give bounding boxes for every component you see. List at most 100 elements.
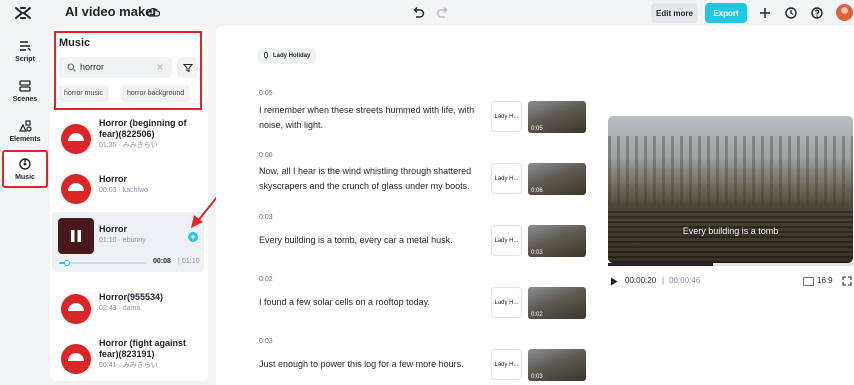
voice-name: Lady Holiday bbox=[273, 53, 311, 59]
preview-caption: Every building is a tomb bbox=[682, 226, 779, 236]
track-title: Horror (fight against fear)(823191) bbox=[99, 338, 186, 359]
track-item[interactable]: Horror(955534) 02:43 · dama bbox=[52, 282, 204, 332]
segment-time: 0:06 bbox=[259, 152, 273, 159]
video-preview[interactable]: Every building is a tomb bbox=[608, 116, 853, 263]
clip-duration: 0:03 bbox=[531, 374, 543, 380]
preview-stadium-stands bbox=[608, 136, 853, 206]
left-rail: Script Scenes Elements Music bbox=[0, 26, 50, 385]
clip-duration: 0:02 bbox=[531, 312, 543, 318]
help-icon[interactable] bbox=[810, 6, 824, 20]
track-thumbnail bbox=[58, 338, 94, 374]
add-music-icon[interactable]: + bbox=[188, 232, 198, 242]
rail-label-elements: Elements bbox=[9, 136, 41, 143]
segment-clip-thumbnail[interactable]: 0:05 bbox=[528, 101, 586, 133]
track-progress-bar[interactable] bbox=[59, 260, 147, 266]
chip-horror-music[interactable]: horror music bbox=[58, 85, 109, 102]
track-thumbnail bbox=[58, 168, 94, 204]
music-icon bbox=[19, 158, 31, 170]
edit-more-button[interactable]: Edit more bbox=[651, 3, 698, 23]
pause-icon[interactable] bbox=[70, 229, 82, 243]
segment-voice-button[interactable]: Lady H... bbox=[491, 163, 522, 194]
fullscreen-icon[interactable] bbox=[842, 276, 852, 286]
chip-horror-background[interactable]: horror background bbox=[121, 85, 191, 102]
elements-icon bbox=[19, 120, 32, 132]
track-title: Horror bbox=[99, 224, 128, 234]
track-title: Horror (beginning of fear)(822506) bbox=[99, 118, 187, 139]
search-value: horror bbox=[80, 62, 105, 72]
search-icon bbox=[67, 63, 76, 72]
track-item[interactable]: Horror (beginning of fear)(822506) 01:35… bbox=[52, 112, 204, 162]
music-search-input[interactable]: horror bbox=[58, 57, 172, 78]
history-icon[interactable] bbox=[784, 6, 798, 20]
player-time-separator: | bbox=[662, 276, 665, 285]
voice-icon bbox=[264, 52, 268, 60]
segment-time: 0:05 bbox=[259, 90, 273, 97]
aspect-ratio-icon[interactable] bbox=[803, 277, 814, 286]
segment-clip-thumbnail[interactable]: 0:03 bbox=[528, 349, 586, 381]
player-current-time: 00:00:20 bbox=[625, 276, 657, 285]
voice-selector[interactable]: Lady Holiday bbox=[258, 48, 317, 64]
clip-duration: 0:06 bbox=[531, 188, 543, 194]
segment-clip-thumbnail[interactable]: 0:03 bbox=[528, 225, 586, 257]
play-icon[interactable] bbox=[610, 277, 618, 286]
aspect-ratio-label[interactable]: 16:9 bbox=[817, 276, 833, 285]
rail-item-music[interactable]: Music bbox=[2, 150, 48, 188]
segment-voice-button[interactable]: Lady H... bbox=[491, 101, 522, 132]
app-title: AI video maker bbox=[65, 4, 158, 19]
plus-icon[interactable] bbox=[758, 6, 772, 20]
track-meta: 00:41 · みみきらい bbox=[99, 362, 158, 369]
capcut-logo-icon[interactable] bbox=[14, 5, 32, 21]
segment-text[interactable]: I found a few solar cells on a rooftop t… bbox=[259, 295, 479, 310]
music-panel-title: Music bbox=[59, 37, 91, 49]
segment-text[interactable]: I remember when these streets hummed wit… bbox=[259, 103, 479, 133]
segment-time: 0:03 bbox=[259, 338, 273, 345]
rail-item-elements[interactable]: Elements bbox=[2, 112, 48, 150]
rail-label-script: Script bbox=[15, 56, 35, 63]
rail-label-music: Music bbox=[15, 174, 35, 181]
redo-icon[interactable] bbox=[436, 6, 450, 20]
script-icon bbox=[20, 41, 31, 51]
clip-duration: 0:05 bbox=[531, 126, 543, 132]
player-progress-bar[interactable] bbox=[608, 263, 853, 266]
rail-item-scenes[interactable]: Scenes bbox=[2, 72, 48, 110]
clip-duration: 0:03 bbox=[531, 250, 543, 256]
undo-icon[interactable] bbox=[411, 6, 425, 20]
preview-stadium-field bbox=[608, 211, 853, 263]
track-item[interactable]: Horror 00:03 · kachiwo bbox=[52, 162, 204, 212]
filter-icon bbox=[182, 63, 193, 72]
track-meta: 02:43 · dama bbox=[99, 305, 141, 312]
segment-clip-thumbnail[interactable]: 0:06 bbox=[528, 163, 586, 195]
track-time-separator: | bbox=[178, 258, 180, 265]
clear-icon[interactable] bbox=[156, 63, 164, 71]
export-button[interactable]: Export bbox=[705, 3, 747, 23]
segment-time: 0:03 bbox=[259, 214, 273, 221]
segment-clip-thumbnail[interactable]: 0:02 bbox=[528, 287, 586, 319]
segment-voice-button[interactable]: Lady H... bbox=[491, 287, 522, 318]
segment-voice-button[interactable]: Lady H... bbox=[491, 225, 522, 256]
segment-voice-button[interactable]: Lady H... bbox=[491, 349, 522, 380]
filter-button[interactable] bbox=[177, 57, 198, 78]
segment-text[interactable]: Every building is a tomb, every car a me… bbox=[259, 233, 479, 248]
track-thumbnail bbox=[58, 118, 94, 154]
cloud-icon[interactable] bbox=[146, 6, 160, 18]
avatar[interactable] bbox=[836, 4, 853, 21]
rail-item-script[interactable]: Script bbox=[2, 32, 48, 70]
player-total-time: 00:00:46 bbox=[669, 276, 701, 285]
segment-time: 0:02 bbox=[259, 276, 273, 283]
segment-text[interactable]: Now, all I hear is the wind whistling th… bbox=[259, 164, 479, 194]
track-title: Horror bbox=[99, 174, 128, 184]
scenes-icon bbox=[19, 80, 31, 92]
track-thumbnail bbox=[58, 218, 94, 254]
top-bar: AI video maker Edit more Export bbox=[0, 0, 854, 26]
track-meta: 01:10 · ebunny bbox=[99, 237, 146, 244]
track-item[interactable]: Horror (fight against fear)(823191) 00:4… bbox=[52, 332, 204, 382]
track-current-time: 00:08 bbox=[153, 258, 171, 265]
track-thumbnail bbox=[58, 288, 94, 324]
track-meta: 01:35 · みみきらい bbox=[99, 142, 158, 149]
track-item-playing[interactable]: Horror 01:10 · ebunny + 00:08 | 01:10 bbox=[52, 212, 204, 272]
segment-text[interactable]: Just enough to power this log for a few … bbox=[259, 357, 479, 372]
track-meta: 00:03 · kachiwo bbox=[99, 187, 149, 194]
track-title: Horror(955534) bbox=[99, 292, 164, 302]
track-total-time: 01:10 bbox=[182, 258, 200, 265]
rail-label-scenes: Scenes bbox=[12, 96, 38, 103]
